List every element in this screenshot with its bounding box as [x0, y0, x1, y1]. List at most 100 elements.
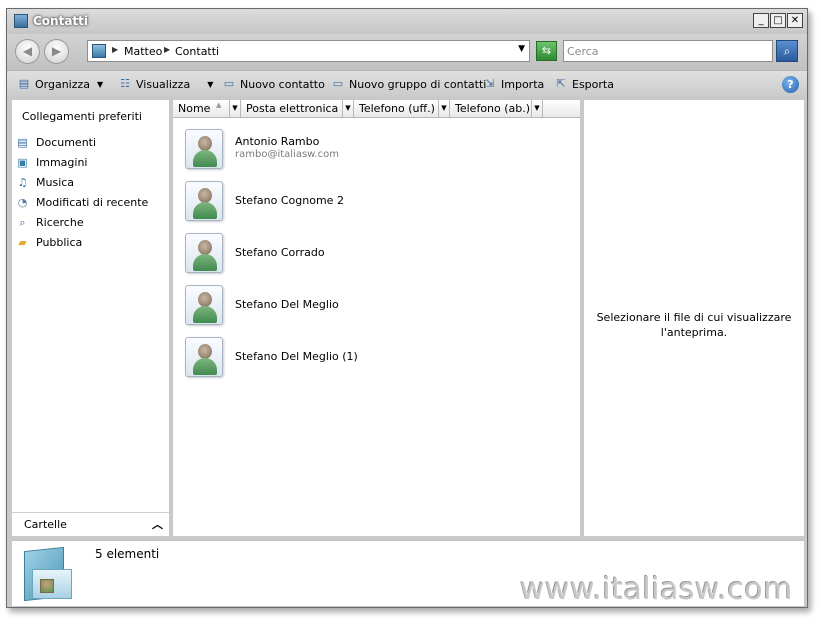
contacts-folder-large-icon: [20, 546, 76, 605]
contact-item[interactable]: Stefano Corrado: [185, 233, 325, 277]
contact-email: rambo@italiasw.com: [235, 149, 339, 160]
folders-toggle[interactable]: Cartelle ︿: [12, 512, 169, 536]
contact-name: Stefano Cognome 2: [235, 194, 344, 207]
nav-item-label: Documenti: [36, 135, 97, 149]
contact-name: Stefano Del Meglio: [235, 298, 339, 311]
folders-label: Cartelle: [24, 518, 67, 531]
refresh-button[interactable]: ⇆: [536, 41, 557, 61]
view-icon: ☷: [120, 77, 130, 90]
forward-button[interactable]: ▶: [44, 39, 69, 64]
contact-item[interactable]: Stefano Del Meglio: [185, 285, 339, 329]
column-label: Nome: [178, 102, 211, 115]
public-folder-icon: ▰: [18, 235, 27, 249]
column-header-telefono-uff[interactable]: Telefono (uff.): [354, 100, 439, 117]
breadcrumb-separator-icon[interactable]: ▶: [164, 45, 170, 54]
back-arrow-icon: ◀: [22, 44, 33, 58]
file-list-pane: Nome ▲ ▼ Posta elettronica ▼ Telefono (u…: [173, 100, 580, 536]
export-label: Esporta: [572, 77, 614, 91]
contacts-window: Contatti _ □ ✕ ◀ ▶ ▶ Matteo ▶ Contatti ▼…: [6, 8, 808, 608]
watermark: www.italiasw.com: [520, 572, 793, 607]
music-icon: ♫: [17, 175, 28, 189]
nav-item-label: Modificati di recente: [36, 195, 149, 209]
contact-name: Stefano Del Meglio (1): [235, 350, 358, 363]
new-group-button[interactable]: ▭ Nuovo gruppo di contatti: [330, 77, 487, 91]
help-button[interactable]: ?: [782, 76, 799, 93]
nav-item-ricerche[interactable]: ⌕ Ricerche: [14, 212, 148, 232]
import-icon: ⇲: [485, 77, 495, 90]
favorite-links-header: Collegamenti preferiti: [22, 110, 142, 123]
title-bar[interactable]: Contatti _ □ ✕: [7, 9, 807, 34]
column-header-nome[interactable]: Nome: [173, 100, 230, 117]
column-header-telefono-ab[interactable]: Telefono (ab.): [450, 100, 532, 117]
contact-avatar-icon: [185, 129, 223, 169]
close-button[interactable]: ✕: [787, 13, 803, 28]
new-group-icon: ▭: [332, 77, 344, 90]
import-button[interactable]: ⇲ Importa: [482, 77, 544, 91]
column-phone-work-dropdown[interactable]: ▼: [439, 100, 450, 117]
navigation-pane: Collegamenti preferiti ▤ Documenti ▣ Imm…: [12, 100, 169, 536]
contact-item[interactable]: Stefano Cognome 2: [185, 181, 344, 225]
help-icon: ?: [787, 78, 794, 91]
address-bar: ◀ ▶ ▶ Matteo ▶ Contatti ▼ ⇆ Cerca ⌕: [7, 34, 807, 70]
back-button[interactable]: ◀: [15, 39, 40, 64]
contact-avatar-icon: [185, 337, 223, 377]
nav-item-label: Immagini: [36, 155, 88, 169]
search-input[interactable]: Cerca: [563, 40, 773, 62]
contact-avatar-icon: [185, 233, 223, 273]
column-header-posta-elettronica[interactable]: Posta elettronica: [241, 100, 343, 117]
address-field[interactable]: ▶ Matteo ▶ Contatti ▼: [87, 40, 530, 62]
organize-button[interactable]: ▤ Organizza ▼: [16, 77, 103, 91]
preview-message: Selezionare il file di cui visualizzare …: [596, 311, 792, 339]
column-nome-dropdown[interactable]: ▼: [230, 100, 241, 117]
contacts-app-icon: [14, 14, 28, 28]
new-contact-button[interactable]: ▭ Nuovo contatto: [221, 77, 325, 91]
new-group-label: Nuovo gruppo di contatti: [349, 77, 487, 91]
forward-arrow-icon: ▶: [51, 44, 62, 58]
new-contact-icon: ▭: [223, 77, 235, 90]
contact-avatar-icon: [185, 181, 223, 221]
recent-icon: ◔: [17, 195, 28, 209]
column-email-dropdown[interactable]: ▼: [343, 100, 354, 117]
nav-item-label: Ricerche: [36, 215, 84, 229]
nav-item-modificati-di-recente[interactable]: ◔ Modificati di recente: [14, 192, 149, 212]
chevron-down-icon: ▼: [207, 79, 214, 89]
contacts-folder-icon: [92, 44, 106, 58]
chevron-down-icon: ▼: [97, 79, 104, 89]
column-label: Telefono (uff.): [359, 102, 435, 115]
search-icon: ⌕: [783, 44, 791, 58]
breadcrumb-matteo[interactable]: Matteo: [124, 45, 162, 58]
chevron-up-icon: ︿: [152, 518, 163, 531]
search-button[interactable]: ⌕: [776, 40, 798, 62]
command-toolbar: ▤ Organizza ▼ ☷ Visualizza ▼ ▭ Nuovo con…: [7, 70, 807, 98]
column-label: Telefono (ab.): [455, 102, 531, 115]
documents-icon: ▤: [17, 135, 28, 149]
breadcrumb-separator-icon[interactable]: ▶: [112, 45, 118, 54]
view-label: Visualizza: [136, 77, 191, 91]
window-title: Contatti: [33, 14, 89, 28]
contact-item[interactable]: Stefano Del Meglio (1): [185, 337, 358, 381]
nav-item-pubblica[interactable]: ▰ Pubblica: [14, 232, 148, 252]
new-contact-label: Nuovo contatto: [240, 77, 325, 91]
address-dropdown-icon[interactable]: ▼: [518, 44, 525, 54]
nav-item-label: Pubblica: [36, 235, 83, 249]
nav-item-label: Musica: [36, 175, 75, 189]
column-label: Posta elettronica: [246, 102, 339, 115]
sort-ascending-icon: ▲: [216, 101, 222, 109]
import-label: Importa: [501, 77, 545, 91]
breadcrumb-contatti[interactable]: Contatti: [175, 45, 219, 58]
column-phone-home-dropdown[interactable]: ▼: [532, 100, 543, 117]
nav-item-immagini[interactable]: ▣ Immagini: [14, 152, 148, 172]
column-header-row: Nome ▲ ▼ Posta elettronica ▼ Telefono (u…: [173, 100, 580, 118]
minimize-button[interactable]: _: [753, 13, 769, 28]
maximize-button[interactable]: □: [770, 13, 786, 28]
view-button[interactable]: ☷ Visualizza ▼: [117, 77, 213, 91]
contact-name: Antonio Rambo: [235, 135, 320, 148]
searches-icon: ⌕: [19, 215, 26, 229]
export-button[interactable]: ⇱ Esporta: [553, 77, 614, 91]
preview-pane: Selezionare il file di cui visualizzare …: [584, 100, 804, 536]
nav-item-documenti[interactable]: ▤ Documenti: [14, 132, 148, 152]
contact-name: Stefano Corrado: [235, 246, 325, 259]
pictures-icon: ▣: [17, 155, 28, 169]
contact-item[interactable]: Antonio Rambo rambo@italiasw.com: [185, 129, 339, 173]
nav-item-musica[interactable]: ♫ Musica: [14, 172, 148, 192]
